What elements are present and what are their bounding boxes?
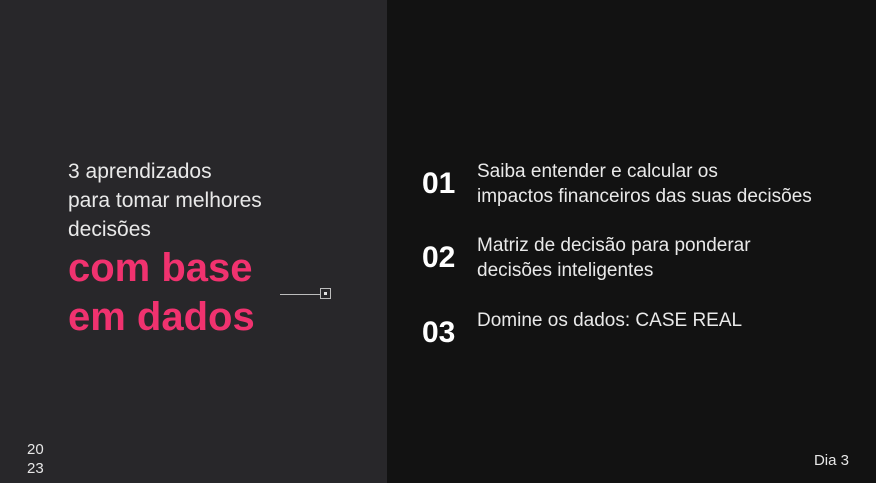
- learning-item-03: 03 Domine os dados: CASE REAL: [422, 308, 862, 348]
- item-text-line: Matriz de decisão para ponderar: [477, 235, 751, 256]
- item-number: 03: [422, 316, 456, 349]
- connector-decoration: [280, 288, 334, 302]
- connector-node-icon: [320, 288, 331, 299]
- intro-heading: 3 aprendizados para tomar melhores decis…: [68, 157, 262, 244]
- item-text: Matriz de decisão para ponderar decisões…: [477, 233, 862, 283]
- intro-line: 3 aprendizados: [68, 160, 212, 183]
- item-number: 01: [422, 167, 456, 200]
- item-text-line: Domine os dados: CASE REAL: [477, 310, 743, 331]
- slide: 3 aprendizados para tomar melhores decis…: [0, 0, 876, 483]
- connector-dot: [324, 292, 327, 295]
- intro-line: decisões: [68, 218, 151, 241]
- highlight-line: com base: [68, 246, 253, 290]
- item-text-line: Saiba entender e calcular os: [477, 161, 718, 182]
- learning-item-02: 02 Matriz de decisão para ponderar decis…: [422, 233, 862, 283]
- highlight-line: em dados: [68, 295, 255, 339]
- item-number: 02: [422, 241, 456, 274]
- item-text: Domine os dados: CASE REAL: [477, 308, 862, 333]
- item-text-line: decisões inteligentes: [477, 260, 654, 281]
- year-label: 20 23: [27, 440, 44, 478]
- learning-item-01: 01 Saiba entender e calcular os impactos…: [422, 159, 862, 209]
- connector-line: [280, 294, 320, 295]
- day-label: Dia 3: [813, 452, 849, 469]
- item-text-line: impactos financeiros das suas decisões: [477, 186, 812, 207]
- year-line: 20: [27, 441, 44, 458]
- item-text: Saiba entender e calcular os impactos fi…: [477, 159, 862, 209]
- year-line: 23: [27, 460, 44, 477]
- intro-line: para tomar melhores: [68, 189, 262, 212]
- highlight-heading: com base em dados: [68, 244, 255, 342]
